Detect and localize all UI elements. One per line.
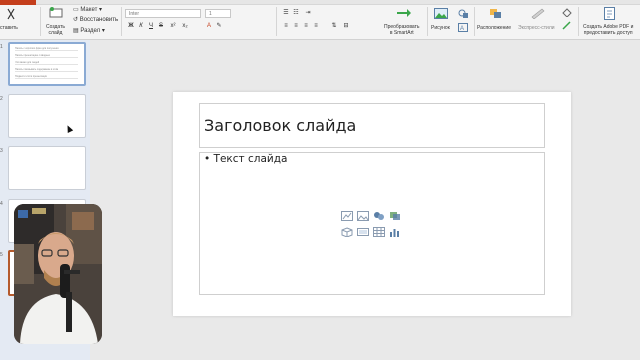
insert-3d-model-icon[interactable] bbox=[341, 227, 353, 237]
insert-video-icon[interactable] bbox=[357, 227, 369, 237]
underline-button[interactable]: Ч bbox=[147, 22, 155, 30]
ribbon-divider bbox=[427, 7, 428, 36]
arrange-label: Расположение bbox=[477, 25, 511, 31]
thumbnail-text-line: Начать показывать содержание в этом bbox=[15, 68, 78, 72]
body-placeholder-label: Текст слайда bbox=[213, 153, 288, 165]
align-text-button[interactable]: ⊟ bbox=[342, 22, 350, 30]
textbox-icon[interactable]: A bbox=[458, 23, 468, 32]
italic-button[interactable]: К bbox=[137, 22, 145, 30]
thumbnail-number: 4 bbox=[0, 201, 3, 207]
slide-thumbnail-2[interactable] bbox=[8, 94, 86, 138]
svg-text:A: A bbox=[460, 26, 464, 32]
paste-button[interactable]: ставить bbox=[0, 25, 18, 31]
subscript-button[interactable]: x₂ bbox=[181, 22, 189, 30]
quick-styles-icon bbox=[531, 8, 545, 19]
bullets-button[interactable]: ☰ bbox=[282, 9, 290, 17]
body-placeholder[interactable]: • Текст слайда bbox=[199, 152, 545, 295]
paste-group: ставить bbox=[0, 6, 22, 38]
picture-button[interactable]: Рисунок bbox=[430, 6, 454, 38]
adobe-pdf-label: Создать Adobe PDF и предоставить доступ bbox=[583, 24, 634, 36]
text-direction-button[interactable]: ⇅ bbox=[330, 22, 338, 30]
ribbon: ставить Создать слайд ▭ Макет ▾ ↺ Восста… bbox=[0, 0, 640, 40]
insert-shape-icon[interactable] bbox=[389, 211, 401, 221]
ribbon-tab-strip bbox=[0, 0, 640, 5]
slide-thumbnail-1[interactable]: Начать с коротких фраз для получения Нач… bbox=[8, 42, 86, 86]
smartart-icon bbox=[397, 9, 411, 17]
new-slide-icon bbox=[49, 7, 63, 18]
numbering-button[interactable]: ☷ bbox=[292, 9, 300, 17]
bold-button[interactable]: Ж bbox=[127, 22, 135, 30]
insert-smartart-icon[interactable] bbox=[373, 211, 385, 221]
section-button[interactable]: ▤ Раздел ▾ bbox=[73, 27, 105, 34]
picture-icon bbox=[434, 8, 448, 19]
insert-bar-chart-icon[interactable] bbox=[389, 227, 401, 237]
arrange-icon bbox=[490, 9, 501, 18]
strikethrough-button[interactable]: S bbox=[157, 22, 165, 30]
adobe-pdf-button[interactable]: Создать Adobe PDF и предоставить доступ bbox=[580, 6, 638, 38]
thumbnail-text-line: Начать презентацию с вводных bbox=[15, 54, 78, 58]
new-slide-label: Создать слайд bbox=[46, 24, 66, 36]
thumbnail-number: 3 bbox=[0, 148, 3, 154]
adobe-pdf-icon bbox=[604, 7, 615, 20]
tab-home[interactable] bbox=[0, 0, 36, 5]
align-right-button[interactable]: ≡ bbox=[302, 22, 310, 30]
reset-label: Восстановить bbox=[79, 17, 119, 23]
superscript-button[interactable]: x² bbox=[169, 22, 177, 30]
insert-picture-icon[interactable] bbox=[357, 211, 369, 221]
ribbon-divider bbox=[40, 7, 41, 36]
thumbnail-number: 1 bbox=[0, 44, 3, 50]
justify-button[interactable]: ≡ bbox=[312, 22, 320, 30]
shapes-icon[interactable] bbox=[458, 9, 468, 18]
ribbon-divider bbox=[121, 7, 122, 36]
align-left-button[interactable]: ≡ bbox=[282, 22, 290, 30]
highlight-button[interactable]: ✎ bbox=[215, 22, 223, 30]
reset-button[interactable]: ↺ Восстановить bbox=[73, 16, 118, 23]
slide-canvas[interactable]: Заголовок слайда • Текст слайда bbox=[173, 92, 571, 316]
thumbnail-number: 2 bbox=[0, 96, 3, 102]
slide-thumbnail-3[interactable] bbox=[8, 146, 86, 190]
shape-outline-icon[interactable] bbox=[562, 21, 572, 30]
thumbnail-text-line: Что важно для людей bbox=[15, 61, 78, 65]
ribbon-divider bbox=[474, 7, 475, 36]
layout-label: Макет bbox=[80, 7, 98, 13]
align-center-button[interactable]: ≡ bbox=[292, 22, 300, 30]
thumbnail-number: 5 bbox=[0, 252, 3, 258]
arrange-button[interactable]: Расположение bbox=[477, 6, 517, 38]
indent-button[interactable]: ⇥ bbox=[304, 9, 312, 17]
title-placeholder[interactable]: Заголовок слайда bbox=[199, 103, 545, 148]
body-placeholder-text: • Текст слайда bbox=[204, 153, 288, 165]
font-size-field[interactable]: 1 bbox=[205, 9, 231, 18]
ribbon-divider bbox=[276, 7, 277, 36]
presenter-video-image bbox=[14, 204, 102, 344]
quick-styles-label: Экспресс-стили bbox=[518, 25, 555, 31]
ribbon-divider bbox=[578, 7, 579, 36]
section-label: Раздел bbox=[80, 28, 101, 34]
thumbnail-text-line: Начать с коротких фраз для получения bbox=[15, 47, 78, 51]
scissors-icon[interactable] bbox=[6, 8, 16, 20]
new-slide-button[interactable]: Создать слайд bbox=[44, 6, 70, 38]
smartart-label: Преобразовать в SmartArt bbox=[384, 24, 420, 36]
insert-chart-icon[interactable] bbox=[341, 211, 353, 221]
font-color-button[interactable]: A bbox=[205, 22, 213, 30]
font-name-field[interactable]: Inter bbox=[125, 9, 201, 18]
layout-button[interactable]: ▭ Макет ▾ bbox=[73, 6, 102, 13]
webcam-overlay bbox=[14, 204, 102, 344]
quick-styles-button[interactable]: Экспресс-стили bbox=[518, 6, 562, 38]
thumbnail-text-line: Подвести итоги презентации bbox=[15, 75, 78, 79]
insert-table-icon[interactable] bbox=[373, 227, 385, 237]
picture-label: Рисунок bbox=[431, 25, 450, 31]
smartart-button[interactable]: Преобразовать в SmartArt bbox=[382, 6, 428, 38]
shape-fill-icon[interactable] bbox=[562, 8, 572, 17]
title-placeholder-text: Заголовок слайда bbox=[204, 116, 357, 135]
